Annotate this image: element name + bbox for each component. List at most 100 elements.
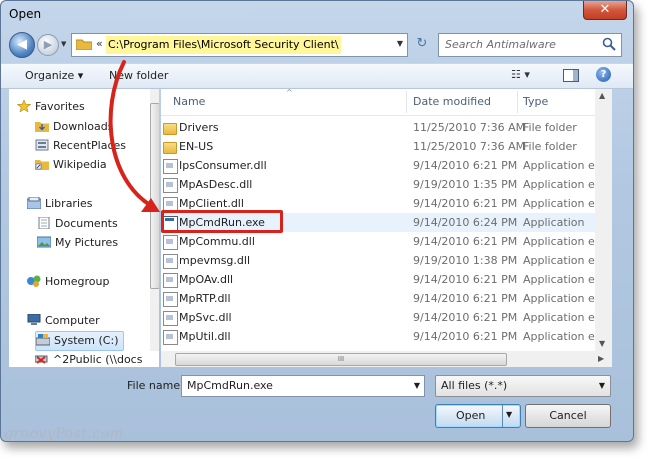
sidebar-vertical-scrollbar[interactable] (150, 89, 159, 351)
sidebar-item-recentplaces[interactable]: RecentPlaces (35, 137, 126, 155)
column-separator[interactable] (406, 91, 407, 113)
file-name-label: File name: (127, 379, 184, 392)
file-type: File folder (523, 140, 577, 153)
open-dialog: Open ✕ ◀ ▶ ▼ « C:\Program Files\Microsof… (0, 0, 634, 442)
file-row[interactable]: MpOAv.dll 9/14/2010 6:21 PM Application ex… (161, 270, 612, 289)
file-date: 11/25/2010 7:36 AM (413, 121, 526, 134)
sidebar-item-label: My Pictures (55, 236, 119, 249)
address-path[interactable]: C:\Program Files\Microsoft Security Clie… (106, 36, 341, 54)
back-button[interactable]: ◀ (9, 32, 35, 58)
sidebar-item-label: Documents (55, 217, 118, 230)
file-row[interactable]: MpRTP.dll 9/14/2010 6:21 PM Application ex… (161, 289, 612, 308)
dll-file-icon (163, 235, 178, 250)
file-name: EN-US (179, 140, 214, 153)
address-chevron[interactable]: « (96, 37, 103, 50)
file-name-value[interactable]: MpCmdRun.exe (187, 379, 273, 392)
sidebar-item-computer[interactable]: Computer (27, 312, 100, 330)
command-toolbar: Organize ▾ New folder ☷ ▾ ? (1, 63, 633, 89)
file-row[interactable]: IpsConsumer.dll 9/14/2010 6:21 PM Applicat… (161, 156, 612, 175)
new-folder-button[interactable]: New folder (109, 69, 168, 82)
file-name-dropdown[interactable]: ▼ (414, 381, 420, 390)
open-options-dropdown[interactable]: ▼ (506, 410, 512, 419)
file-name: MpSvc.dll (179, 311, 232, 324)
address-dropdown[interactable]: ▼ (397, 39, 403, 48)
file-name-input[interactable]: MpCmdRun.exe ▼ (181, 375, 425, 397)
sidebar-item-label: Downloads (53, 120, 114, 133)
sidebar-item-label: Computer (45, 314, 100, 327)
file-list-vertical-scrollbar[interactable]: ▲ ▼ (595, 89, 612, 351)
dll-file-icon (163, 330, 178, 345)
file-date: 9/14/2010 6:21 PM (413, 159, 518, 172)
drive-icon (36, 334, 50, 346)
scroll-up-icon[interactable]: ▲ (599, 91, 605, 100)
sidebar-item-label: ^2Public (\\docs (53, 353, 143, 366)
open-button[interactable]: Open ▼ (435, 404, 521, 428)
sidebar-item-favorites[interactable]: Favorites (17, 98, 85, 116)
title-bar: Open ✕ (1, 1, 633, 29)
file-name: MpAsDesc.dll (179, 178, 253, 191)
file-row[interactable]: mpevmsg.dll 9/19/2010 1:38 PM Application … (161, 251, 612, 270)
window-title: Open (9, 7, 42, 21)
folder-icon (163, 123, 177, 135)
cancel-button[interactable]: Cancel (525, 404, 611, 428)
search-icon[interactable] (602, 37, 616, 51)
search-box[interactable]: Search Antimalware (438, 33, 622, 57)
file-type-dropdown[interactable]: ▼ (599, 381, 605, 390)
star-icon (17, 100, 31, 112)
close-button[interactable]: ✕ (583, 1, 627, 20)
file-date: 9/14/2010 6:21 PM (413, 235, 518, 248)
file-date: 9/19/2010 1:38 PM (413, 254, 518, 267)
file-row[interactable]: MpUtil.dll 9/14/2010 6:21 PM Application e… (161, 327, 612, 346)
sidebar-item-libraries[interactable]: Libraries (27, 195, 93, 213)
file-list-pane: Name ^ Date modified Type Drivers 11/25/2… (161, 89, 612, 367)
dll-file-icon (163, 311, 178, 326)
file-name: Drivers (179, 121, 219, 134)
recent-locations-dropdown[interactable]: ▼ (61, 40, 66, 48)
file-date: 9/14/2010 6:21 PM (413, 197, 518, 210)
file-type-select[interactable]: All files (*.*) ▼ (435, 375, 611, 397)
forward-button[interactable]: ▶ (37, 34, 59, 56)
sidebar-item-wikipedia[interactable]: Wikipedia (35, 156, 107, 174)
sidebar-item-label: Favorites (35, 100, 85, 113)
file-name: MpUtil.dll (179, 330, 231, 343)
sidebar-item-label: System (C:) (54, 334, 119, 347)
file-row[interactable]: MpCommu.dll 9/14/2010 6:21 PM Application … (161, 232, 612, 251)
sidebar-item-my-pictures[interactable]: My Pictures (37, 234, 118, 252)
file-name: IpsConsumer.dll (179, 159, 267, 172)
refresh-button[interactable]: ↻ (411, 35, 433, 55)
views-button[interactable]: ☷ ▾ (511, 68, 530, 81)
help-icon[interactable]: ? (596, 67, 611, 82)
sidebar-scroll-thumb[interactable] (150, 103, 159, 289)
navigation-pane: Favorites Downloads RecentPlaces Wikiped… (9, 89, 159, 367)
file-row[interactable]: MpAsDesc.dll 9/19/2010 1:35 PM Application… (161, 175, 612, 194)
organize-button[interactable]: Organize ▾ (25, 69, 83, 82)
shortcut-icon (35, 160, 49, 170)
column-type-header[interactable]: Type (523, 95, 548, 108)
scroll-down-icon[interactable]: ▼ (599, 339, 605, 348)
search-placeholder: Search Antimalware (445, 38, 556, 51)
downloads-folder-icon (35, 122, 49, 132)
sidebar-item-documents[interactable]: Documents (37, 215, 118, 233)
dll-file-icon (163, 292, 178, 307)
file-date: 9/14/2010 6:21 PM (413, 330, 518, 343)
sidebar-item-homegroup[interactable]: Homegroup (27, 273, 109, 291)
sidebar-item-downloads[interactable]: Downloads (35, 118, 113, 136)
file-row[interactable]: MpSvc.dll 9/14/2010 6:21 PM Application ex… (161, 308, 612, 327)
file-row[interactable]: EN-US 11/25/2010 7:36 AM File folder (161, 137, 612, 156)
file-name: mpevmsg.dll (179, 254, 250, 267)
preview-pane-icon[interactable] (563, 69, 579, 82)
column-name-header[interactable]: Name (173, 95, 205, 108)
sidebar-item-system-c[interactable]: System (C:) (35, 331, 124, 351)
column-date-header[interactable]: Date modified (413, 95, 491, 108)
sidebar-item-public-network[interactable]: ^2Public (\\docs (35, 351, 142, 367)
file-name: MpCommu.dll (179, 235, 255, 248)
file-list-horizontal-scrollbar[interactable]: III ▶ (161, 351, 612, 367)
address-bar[interactable]: « C:\Program Files\Microsoft Security Cl… (71, 33, 408, 57)
network-drive-icon (35, 355, 48, 364)
horizontal-scroll-thumb[interactable]: III (175, 353, 507, 366)
file-row[interactable]: Drivers 11/25/2010 7:36 AM File folder (161, 118, 612, 137)
scroll-right-icon[interactable]: ▶ (598, 354, 604, 363)
folder-icon (163, 142, 177, 154)
column-separator[interactable] (517, 91, 518, 113)
libraries-icon (27, 197, 41, 209)
